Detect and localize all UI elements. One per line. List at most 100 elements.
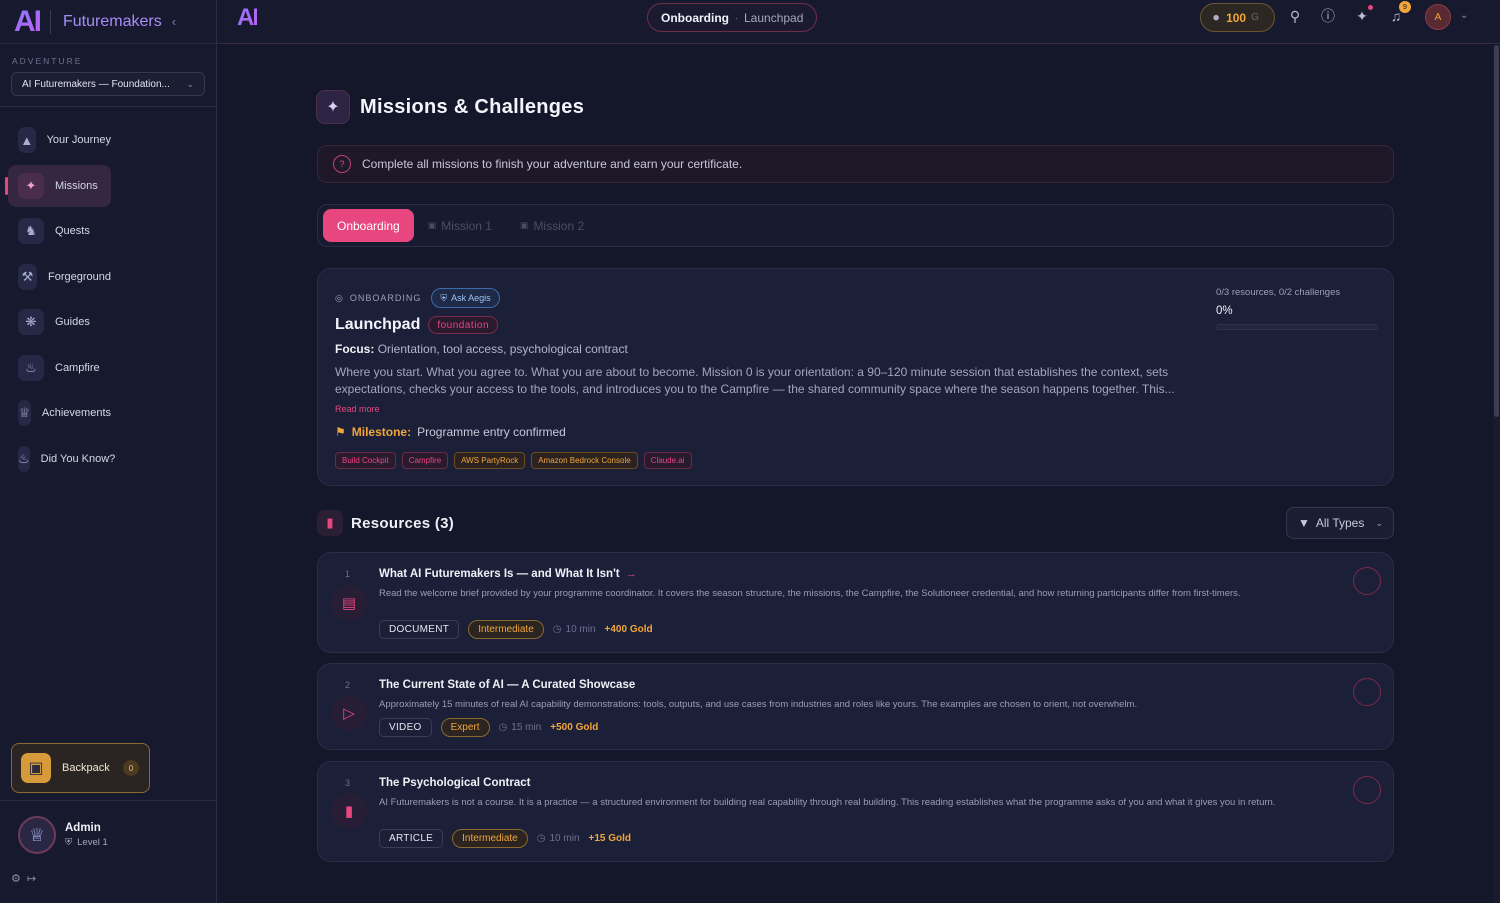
user-level-label: Level 1: [77, 837, 108, 848]
mission-category: ONBOARDING: [349, 293, 422, 303]
shield-icon: ⛨: [440, 292, 448, 303]
resource-description: AI Futuremakers is not a course. It is a…: [379, 797, 1276, 808]
complete-checkbox[interactable]: [1353, 567, 1381, 595]
bell-icon[interactable]: ♫ 9: [1387, 1, 1411, 25]
sidebar-item-label: Campfire: [55, 361, 100, 374]
resource-level: Expert: [440, 718, 490, 737]
resource-card[interactable]: 1 ▤ What AI Futuremakers Is — and What I…: [317, 552, 1394, 653]
adventure-label: ADVENTURE: [12, 56, 83, 66]
resource-number: 2: [345, 680, 351, 690]
resource-description: Read the welcome brief provided by your …: [379, 588, 1241, 599]
main-scrollbar[interactable]: [1493, 45, 1500, 903]
sidebar-item-label: Forgeground: [48, 270, 111, 283]
flag-icon: ⚑: [335, 425, 346, 439]
breadcrumb-sub: Launchpad: [744, 10, 804, 25]
avatar: ♕: [18, 816, 56, 854]
sidebar-item-quests[interactable]: ♞ Quests: [8, 210, 111, 252]
sidebar-item-guides[interactable]: ❋ Guides: [8, 301, 111, 343]
hammer-icon: ⚒: [18, 263, 37, 290]
sidebar-item-your-journey[interactable]: ▲ Your Journey: [8, 119, 111, 161]
tool-tag[interactable]: Claude.ai: [643, 452, 692, 469]
document-icon: ▤: [331, 585, 367, 621]
app-logo[interactable]: AI: [14, 5, 42, 39]
brand-name: Futuremakers: [63, 12, 162, 30]
chevron-left-icon[interactable]: ‹: [172, 14, 176, 29]
shield-icon: ⛨: [65, 837, 73, 848]
resource-meta: VIDEO Expert ◷ 15 min +500 Gold: [379, 718, 598, 737]
resources-header: ▮ Resources (3): [317, 510, 454, 536]
type-filter-select[interactable]: ▼ All Types ⌄: [1286, 507, 1394, 539]
resource-card[interactable]: 3 ▮ The Psychological Contract AI Future…: [317, 761, 1394, 862]
top-bar: AI Onboarding · Launchpad ⚫ 100 G ⚲ ⓘ ✦ …: [217, 0, 1500, 44]
mission-tag: foundation: [428, 316, 499, 334]
mountain-icon: ▲: [18, 127, 36, 153]
resource-title-row: The Psychological Contract: [379, 777, 530, 789]
sidebar-item-campfire[interactable]: ♨ Campfire: [8, 347, 111, 389]
tool-tag[interactable]: Campfire: [401, 452, 449, 469]
tab-onboarding[interactable]: Onboarding: [323, 209, 414, 242]
sidebar-item-forgeground[interactable]: ⚒ Forgeground: [8, 256, 111, 298]
page-title: Missions & Challenges: [360, 95, 585, 118]
mission-milestone: ⚑ Milestone: Programme entry confirmed: [335, 425, 566, 439]
scrollbar-thumb[interactable]: [1494, 45, 1499, 417]
complete-checkbox[interactable]: [1353, 678, 1381, 706]
mission-tools: Build Cockpit Campfire AWS PartyRock Ama…: [335, 452, 692, 469]
duration-value: 10 min: [549, 833, 580, 844]
logout-icon[interactable]: ↦: [27, 872, 36, 885]
backpack-button[interactable]: ▣ Backpack 0: [11, 743, 150, 793]
gear-icon[interactable]: ⚙: [11, 872, 21, 885]
adventure-select[interactable]: AI Futuremakers — Foundation... ⌄: [11, 72, 205, 96]
tab-mission-2[interactable]: ▣ Mission 2: [506, 209, 598, 242]
sidebar-item-label: Quests: [55, 225, 90, 237]
tool-tag[interactable]: AWS PartyRock: [454, 452, 526, 469]
sparkle-icon[interactable]: ✦: [1353, 5, 1373, 25]
milestone-value: Programme entry confirmed: [417, 425, 566, 439]
focus-label: Focus:: [335, 342, 375, 356]
ask-aegis-button[interactable]: ⛨ Ask Aegis: [431, 288, 500, 308]
focus-value: Orientation, tool access, psychological …: [377, 342, 628, 356]
sidebar-item-label: Guides: [55, 316, 90, 328]
resource-title[interactable]: The Psychological Contract: [379, 777, 530, 789]
mission-eyebrow: ◎ ONBOARDING ⛨ Ask Aegis: [335, 288, 500, 308]
mission-title: Launchpad: [335, 316, 421, 333]
resource-card[interactable]: 2 ▷ The Current State of AI — A Curated …: [317, 663, 1394, 750]
mission-progress: 0/3 resources, 0/2 challenges 0%: [1216, 287, 1378, 330]
breadcrumb[interactable]: Onboarding · Launchpad: [647, 3, 818, 32]
tab-mission-1[interactable]: ▣ Mission 1: [414, 209, 506, 242]
read-more-link[interactable]: Read more: [335, 404, 380, 414]
info-banner-text: Complete all missions to finish your adv…: [362, 157, 743, 171]
mission-tabs: Onboarding ▣ Mission 1 ▣ Mission 2: [317, 204, 1394, 247]
page-header: ✦ Missions & Challenges: [316, 90, 584, 124]
resource-title[interactable]: The Current State of AI — A Curated Show…: [379, 679, 635, 691]
resource-title[interactable]: What AI Futuremakers Is — and What It Is…: [379, 568, 620, 580]
sidebar-item-label: Missions: [55, 179, 98, 192]
resource-number: 3: [345, 778, 351, 788]
header-logo[interactable]: AI: [237, 4, 259, 32]
gold-balance[interactable]: ⚫ 100 G: [1200, 3, 1275, 32]
arrow-right-icon[interactable]: →: [626, 568, 637, 580]
sidebar-item-missions[interactable]: ✦ Missions: [5, 164, 111, 207]
breadcrumb-separator: ·: [735, 12, 738, 23]
progress-bar: [1216, 324, 1378, 330]
info-banner: ? Complete all missions to finish your a…: [317, 145, 1394, 183]
resource-number: 1: [345, 569, 351, 579]
tab-label: Onboarding: [337, 218, 400, 233]
user-profile[interactable]: ♕ Admin ⛨ Level 1: [18, 816, 108, 854]
logo-divider: [50, 9, 51, 34]
drone-icon: ✦: [316, 90, 350, 124]
tool-tag[interactable]: Amazon Bedrock Console: [531, 452, 638, 469]
help-icon: ?: [333, 155, 351, 173]
sidebar-nav: ▲ Your Journey ✦ Missions ♞ Quests ⚒ For…: [0, 107, 216, 480]
chevron-down-icon[interactable]: ⌄: [1460, 10, 1468, 21]
info-icon[interactable]: ⓘ: [1319, 7, 1337, 25]
resource-type: VIDEO: [379, 718, 432, 737]
complete-checkbox[interactable]: [1353, 776, 1381, 804]
sidebar-item-did-you-know[interactable]: ♨ Did You Know?: [8, 438, 115, 480]
tool-tag[interactable]: Build Cockpit: [335, 452, 396, 469]
search-icon[interactable]: ⚲: [1286, 7, 1304, 25]
lantern-icon: ♨: [18, 354, 44, 381]
avatar[interactable]: A: [1425, 4, 1451, 30]
user-name: Admin: [65, 822, 101, 834]
sidebar-item-achievements[interactable]: ♕ Achievements: [8, 392, 111, 434]
mission-card: ◎ ONBOARDING ⛨ Ask Aegis Launchpad found…: [317, 268, 1394, 486]
